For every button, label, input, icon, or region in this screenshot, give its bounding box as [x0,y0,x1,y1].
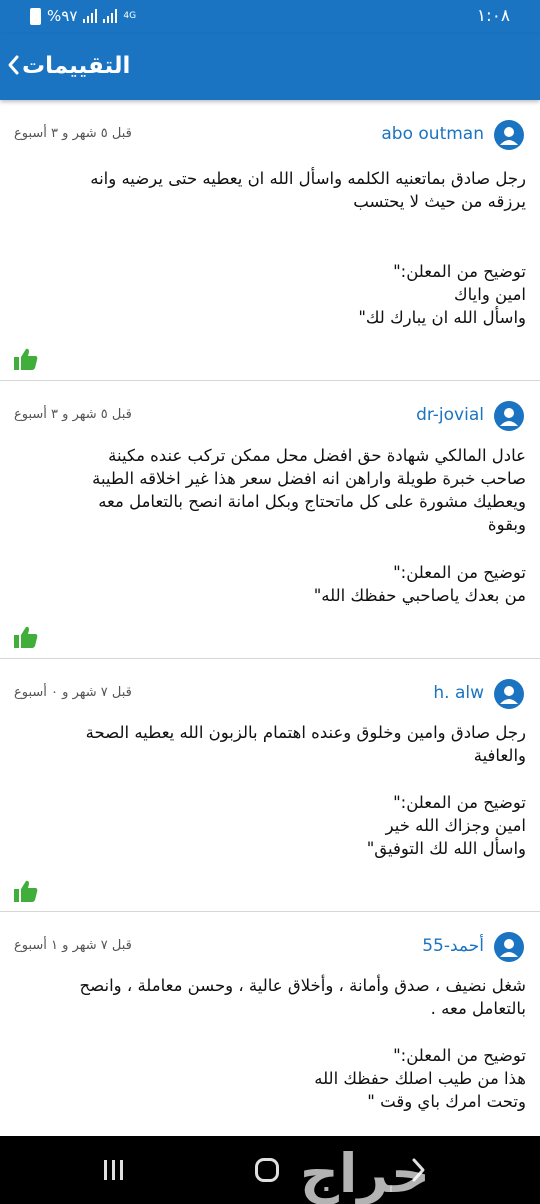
advertiser-reply: توضيح من المعلن:" هذا من طيب اصلك حفظك ا… [14,1044,526,1113]
app-bar: التقييمات [0,34,540,100]
review-body: رجل صادق وامين وخلوق وعنده اهتمام بالزبو… [14,721,526,767]
reviews-list[interactable]: abo outman قبل ٥ شهر و ٣ أسبوع رجل صادق … [0,100,540,1136]
review-body-line: والعافية [473,746,526,765]
reply-line: واسأل الله ان يبارك لك" [358,308,526,327]
review-card: dr-jovial قبل ٥ شهر و ٣ أسبوع عادل المال… [0,381,540,659]
status-time: ١:٠٨ [476,6,510,26]
review-date: قبل ٧ شهر و ١ أسبوع [14,938,132,953]
review-body: رجل صادق بماتعنيه الكلمه واسأل الله ان ي… [14,167,526,213]
haraj-watermark: حراج [300,1142,432,1204]
reply-line: هذا من طيب اصلك حفظك الله [314,1069,526,1088]
recent-apps-icon[interactable] [104,1160,123,1180]
review-body: شغل نضيف ، صدق وأمانة ، وأخلاق عالية ، و… [14,974,526,1020]
advertiser-reply: توضيح من المعلن:" امين واياك واسأل الله … [14,260,526,329]
review-body-line: وبقوة [487,515,526,534]
system-nav-bar: حراج [0,1136,540,1204]
signal-icon-2 [103,9,118,23]
thumbs-up-icon[interactable] [13,625,39,649]
review-body-line: صاحب خبرة طويلة واراهن انه افضل سعر هذا … [92,469,526,488]
review-card: h. alw قبل ٧ شهر و ٠ أسبوع رجل صادق وامي… [0,659,540,912]
review-body-line: عادل المالكي شهادة حق افضل محل ممكن تركب… [108,446,526,465]
reply-line: من بعدك ياصاحبي حفظك الله" [313,586,526,605]
review-body-line: رجل صادق بماتعنيه الكلمه واسأل الله ان ي… [90,169,526,188]
review-author[interactable]: h. alw [433,683,484,703]
review-date: قبل ٧ شهر و ٠ أسبوع [14,685,132,700]
reply-line: واسأل الله لك التوفيق" [366,839,526,858]
user-avatar-icon[interactable] [494,932,524,962]
signal-icon [83,9,98,23]
review-card: أحمد-55 قبل ٧ شهر و ١ أسبوع شغل نضيف ، ص… [0,912,540,1136]
review-author[interactable]: abo outman [381,124,484,144]
home-icon[interactable] [255,1158,279,1182]
reply-line: توضيح من المعلن:" [393,793,526,812]
battery-level: %٩٧ [47,7,78,25]
reply-line: توضيح من المعلن:" [393,1046,526,1065]
advertiser-reply: توضيح من المعلن:" امين وجزاك الله خير وا… [14,791,526,860]
review-body-line: رجل صادق وامين وخلوق وعنده اهتمام بالزبو… [85,723,526,742]
review-body-line: يرزقه من حيث لا يحتسب [353,192,526,211]
review-body: عادل المالكي شهادة حق افضل محل ممكن تركب… [14,444,526,536]
thumbs-up-icon[interactable] [13,879,39,903]
advertiser-reply: توضيح من المعلن:" من بعدك ياصاحبي حفظك ا… [14,561,526,607]
thumbs-up-icon[interactable] [13,347,39,371]
review-author[interactable]: dr-jovial [416,405,484,425]
status-indicators: %٩٧ 4G [30,7,136,25]
review-body-line: ويعطيك مشورة على كل ماتحتاج وبكل امانة ا… [98,492,526,511]
reply-line: توضيح من المعلن:" [393,563,526,582]
battery-icon [30,7,41,25]
review-date: قبل ٥ شهر و ٣ أسبوع [14,407,132,422]
status-bar: %٩٧ 4G ١:٠٨ [0,0,540,34]
review-date: قبل ٥ شهر و ٣ أسبوع [14,126,132,141]
review-body-line: بالتعامل معه . [430,999,526,1018]
reply-line: توضيح من المعلن:" [393,262,526,281]
reply-line: امين واياك [454,285,526,304]
review-card: abo outman قبل ٥ شهر و ٣ أسبوع رجل صادق … [0,100,540,381]
reply-line: وتحت امرك باي وقت " [367,1092,526,1111]
user-avatar-icon[interactable] [494,120,524,150]
user-avatar-icon[interactable] [494,401,524,431]
network-type: 4G [123,10,137,21]
review-author[interactable]: أحمد-55 [422,936,484,956]
user-avatar-icon[interactable] [494,679,524,709]
review-body-line: شغل نضيف ، صدق وأمانة ، وأخلاق عالية ، و… [79,976,526,995]
reply-line: امين وجزاك الله خير [385,816,526,835]
page-title: التقييمات [22,53,131,79]
